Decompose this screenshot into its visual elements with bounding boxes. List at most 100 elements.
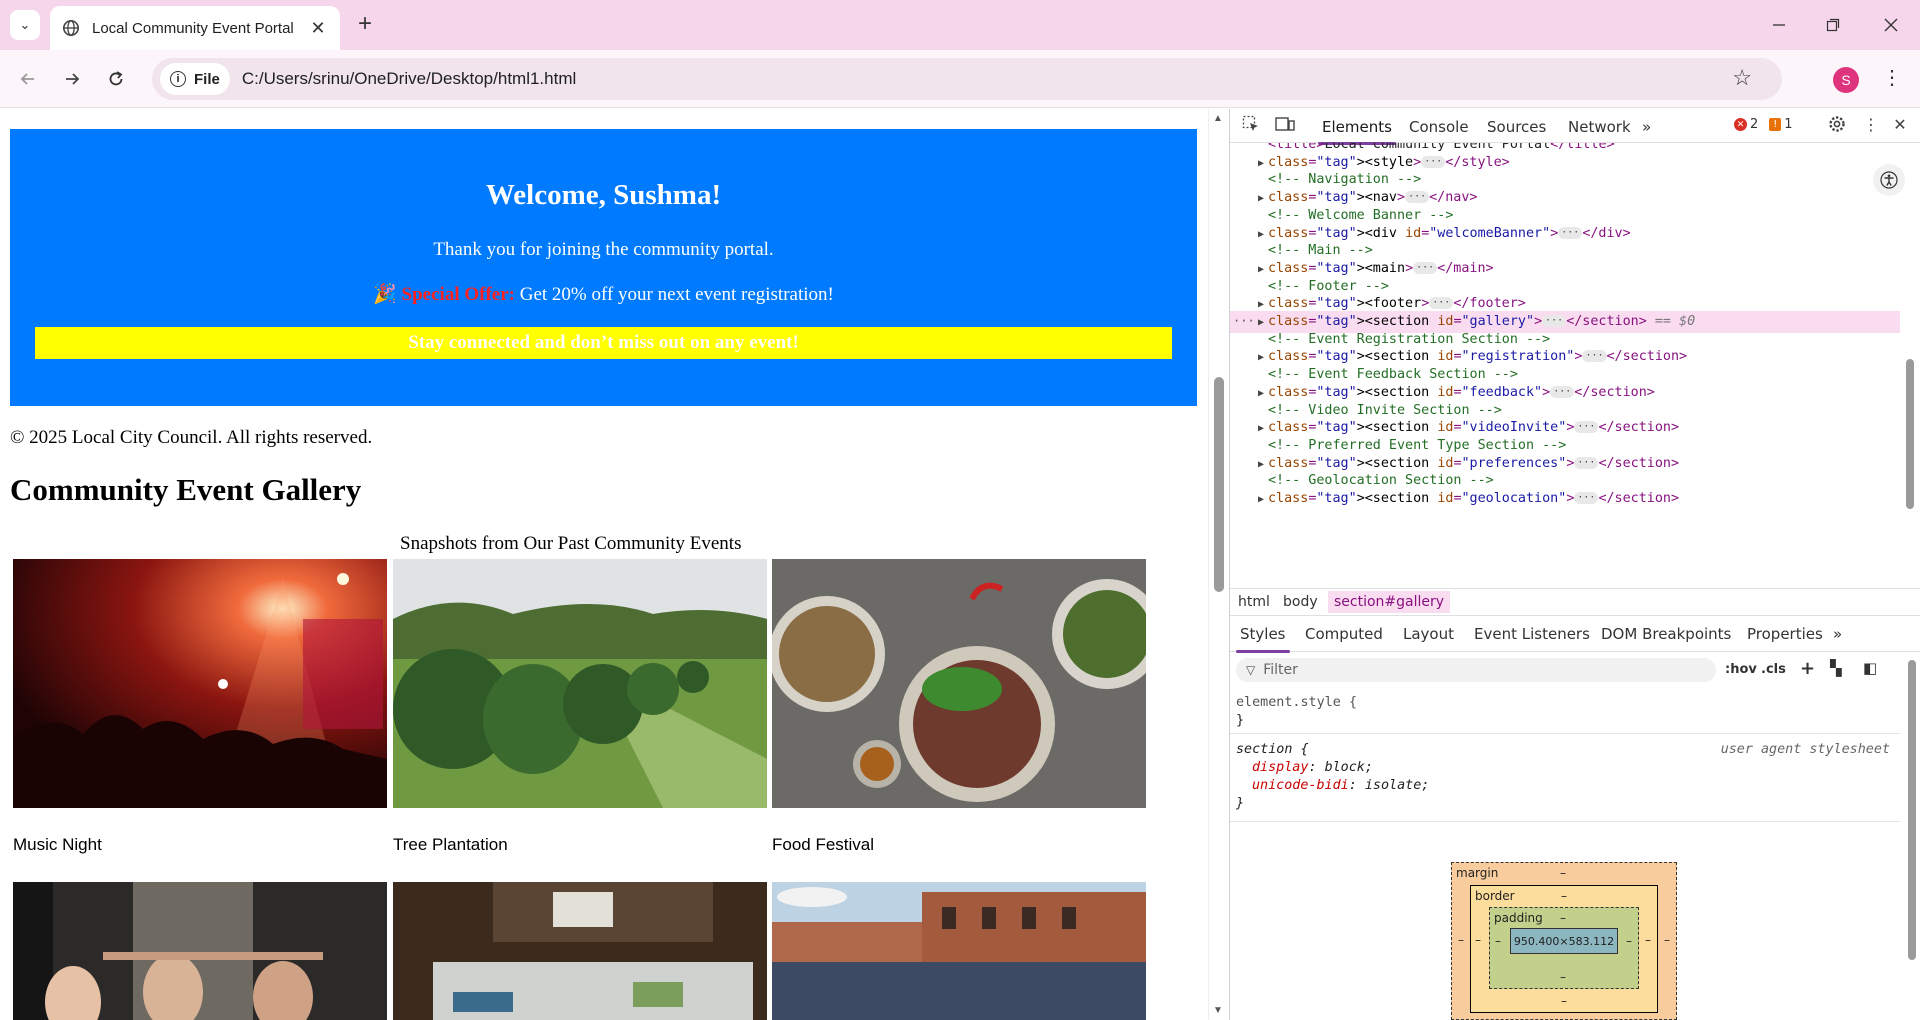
border-left-value: –	[1475, 933, 1481, 947]
info-icon: i	[170, 71, 186, 87]
section-selector[interactable]: section {	[1236, 742, 1309, 757]
star-icon[interactable]: ☆	[1732, 65, 1752, 91]
device-toolbar-icon[interactable]	[1274, 115, 1296, 137]
box-model-content[interactable]: 950.400×583.112	[1510, 928, 1618, 954]
kebab-icon[interactable]: ⋮	[1882, 65, 1902, 90]
padding-top-value: –	[1560, 911, 1566, 925]
tab-sources[interactable]: Sources	[1487, 118, 1546, 136]
gallery-label-1: Music Night	[13, 835, 102, 854]
gallery-title: Community Event Gallery	[10, 472, 362, 507]
scroll-down-icon[interactable]: ▼	[1213, 1005, 1223, 1016]
dom-scrollbar[interactable]	[1904, 149, 1916, 579]
tab-layout[interactable]: Layout	[1403, 625, 1454, 643]
tab-elements[interactable]: Elements	[1318, 118, 1396, 145]
style-prop-unicode-bidi[interactable]: unicode-bidi: isolate;	[1252, 778, 1429, 793]
maximize-icon[interactable]	[1810, 10, 1856, 40]
tab-close-icon[interactable]: ✕	[308, 18, 328, 39]
styles-scrollbar[interactable]	[1907, 660, 1917, 960]
tab-properties[interactable]: Properties	[1747, 625, 1823, 643]
box-model-margin: margin – – – border – – – – padding – – …	[1451, 862, 1677, 1020]
more-style-tabs-icon[interactable]: »	[1833, 625, 1842, 643]
toggle-sidebar-icon[interactable]: ◧	[1863, 659, 1877, 677]
back-icon[interactable]	[14, 65, 42, 93]
paint-brush-icon[interactable]: ▚	[1830, 659, 1842, 677]
gallery-photo-food-festival	[772, 559, 1146, 808]
more-tabs-icon[interactable]: »	[1642, 118, 1651, 136]
prop-value: isolate;	[1364, 778, 1430, 793]
gallery-photo-6	[772, 882, 1146, 1020]
site-info-chip[interactable]: i File	[160, 63, 230, 95]
special-offer: 🎉 Special Offer: Get 20% off your next e…	[10, 282, 1197, 306]
address-bar[interactable]: i File C:/Users/srinu/OneDrive/Desktop/h…	[152, 58, 1782, 100]
new-rule-icon[interactable]: +	[1800, 658, 1815, 679]
element-style-close: }	[1236, 713, 1245, 728]
devtools-menu-icon[interactable]: ⋮	[1860, 115, 1882, 137]
styles-filter-input[interactable]: ▽ Filter	[1236, 658, 1716, 682]
breadcrumb: html body section#gallery	[1230, 588, 1920, 616]
tab-event-listeners[interactable]: Event Listeners	[1474, 625, 1590, 643]
gallery-photo-4	[13, 882, 387, 1020]
inspect-element-icon[interactable]	[1240, 115, 1262, 137]
dom-node[interactable]: ▶ class="tag"><section id="geolocation"> ·…	[1230, 488, 1900, 510]
border-right-value: –	[1645, 933, 1651, 947]
user-agent-stylesheet-label: user agent stylesheet	[1720, 742, 1890, 757]
minimize-icon[interactable]	[1756, 10, 1802, 40]
styles-tabbar: Styles Computed Layout Event Listeners D…	[1230, 616, 1920, 653]
site-info-label: File	[194, 70, 220, 88]
new-tab-button[interactable]: +	[352, 12, 378, 38]
prop-name: unicode-bidi	[1252, 778, 1349, 793]
gallery-photo-5	[393, 882, 767, 1020]
settings-gear-icon[interactable]	[1826, 115, 1848, 137]
tab-network[interactable]: Network	[1568, 118, 1631, 136]
element-style-selector[interactable]: element.style {	[1236, 695, 1357, 710]
scroll-up-icon[interactable]: ▲	[1213, 113, 1223, 124]
error-count: 2	[1750, 117, 1759, 132]
border-label: border	[1475, 889, 1515, 903]
box-model-padding: padding – – – – 950.400×583.112	[1489, 907, 1639, 989]
tab-search-icon[interactable]: ⌄	[10, 10, 40, 40]
forward-icon[interactable]	[58, 65, 86, 93]
styles-scroll-thumb[interactable]	[1908, 660, 1916, 960]
tab-dom-breakpoints[interactable]: DOM Breakpoints	[1601, 625, 1731, 643]
close-icon[interactable]	[1868, 10, 1914, 40]
globe-icon	[62, 19, 80, 37]
page-scroll-thumb[interactable]	[1214, 377, 1224, 592]
crumb-html[interactable]: html	[1238, 594, 1270, 610]
warning-count: 1	[1784, 117, 1793, 132]
rule-divider	[1230, 733, 1900, 734]
tab-styles[interactable]: Styles	[1236, 625, 1289, 653]
filter-placeholder: Filter	[1263, 662, 1298, 678]
crumb-section-gallery[interactable]: section#gallery	[1328, 591, 1451, 613]
tab-console[interactable]: Console	[1409, 118, 1469, 136]
welcome-thanks: Thank you for joining the community port…	[433, 239, 774, 260]
border-bottom-value: –	[1561, 994, 1567, 1008]
issues-counter[interactable]: ✕ 2 ! 1	[1734, 117, 1793, 132]
filter-row: ▽ Filter :hov .cls + ▚ ◧	[1230, 652, 1920, 688]
cls-toggle[interactable]: .cls	[1761, 662, 1786, 677]
margin-left-value: –	[1458, 933, 1464, 947]
hov-toggle[interactable]: :hov	[1725, 662, 1757, 677]
dom-tree: <title>Local Community Event Portal</tit…	[1230, 143, 1900, 588]
tab-computed[interactable]: Computed	[1305, 625, 1383, 643]
margin-right-value: –	[1664, 933, 1670, 947]
section-rule-close: }	[1236, 796, 1245, 811]
padding-right-value: –	[1626, 934, 1632, 948]
prop-name: display	[1252, 760, 1309, 775]
reload-icon[interactable]	[102, 65, 130, 93]
crumb-body[interactable]: body	[1283, 594, 1318, 610]
border-top-value: –	[1561, 889, 1567, 903]
page-scrollbar[interactable]: ▲ ▼	[1208, 109, 1229, 1020]
gallery-label-3: Food Festival	[772, 835, 875, 854]
style-prop-display[interactable]: display: block;	[1252, 760, 1373, 775]
devtools-close-icon[interactable]: ✕	[1889, 115, 1911, 137]
devtools-tabbar: Elements Console Sources Network » ✕ 2 !…	[1230, 109, 1920, 145]
stay-connected-bar: Stay connected and don’t miss out on any…	[35, 327, 1172, 359]
accessibility-icon[interactable]	[1873, 164, 1905, 196]
error-icon: ✕	[1734, 118, 1747, 131]
dom-scroll-thumb[interactable]	[1906, 359, 1914, 509]
browser-tab[interactable]: Local Community Event Portal ✕	[50, 6, 340, 50]
url-text[interactable]: C:/Users/srinu/OneDrive/Desktop/html1.ht…	[242, 69, 576, 89]
browser-toolbar: i File C:/Users/srinu/OneDrive/Desktop/h…	[0, 50, 1920, 108]
welcome-heading: Welcome, Sushma!	[485, 179, 722, 211]
avatar[interactable]: S	[1833, 67, 1859, 93]
